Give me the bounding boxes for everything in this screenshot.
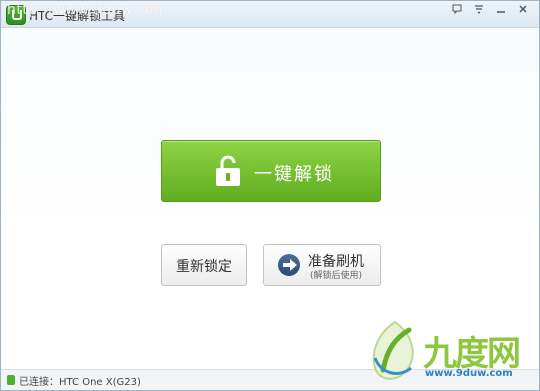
relock-button[interactable]: 重新锁定: [161, 244, 247, 286]
logo-url: www.9duw.com: [425, 368, 513, 379]
arrow-right-icon: [278, 254, 300, 276]
minimize-button[interactable]: [491, 3, 511, 21]
prepare-flash-button[interactable]: 准备刷机 (解锁后使用): [263, 244, 381, 286]
watermark-text: http://www.9duw.com: [7, 2, 169, 18]
feedback-icon[interactable]: [447, 3, 467, 21]
app-window: HTC一键解锁工具 http://www.9duw.com 一键解锁 重新锁定 …: [0, 0, 540, 391]
unlock-icon: [214, 154, 242, 188]
leaf-logo-icon: [372, 320, 414, 380]
close-button[interactable]: [513, 3, 533, 21]
relock-label: 重新锁定: [176, 259, 232, 275]
menu-icon[interactable]: [469, 3, 489, 21]
title-bar[interactable]: HTC一键解锁工具 http://www.9duw.com: [1, 1, 539, 28]
one-click-unlock-button[interactable]: 一键解锁: [161, 140, 381, 202]
connected-icon: [7, 375, 15, 385]
prepare-sublabel: (解锁后使用): [310, 271, 363, 281]
status-text: 已连接：HTC One X(G23): [19, 377, 141, 388]
unlock-label: 一键解锁: [254, 164, 334, 185]
site-logo: 九度网 www.9duw.com: [365, 318, 535, 388]
